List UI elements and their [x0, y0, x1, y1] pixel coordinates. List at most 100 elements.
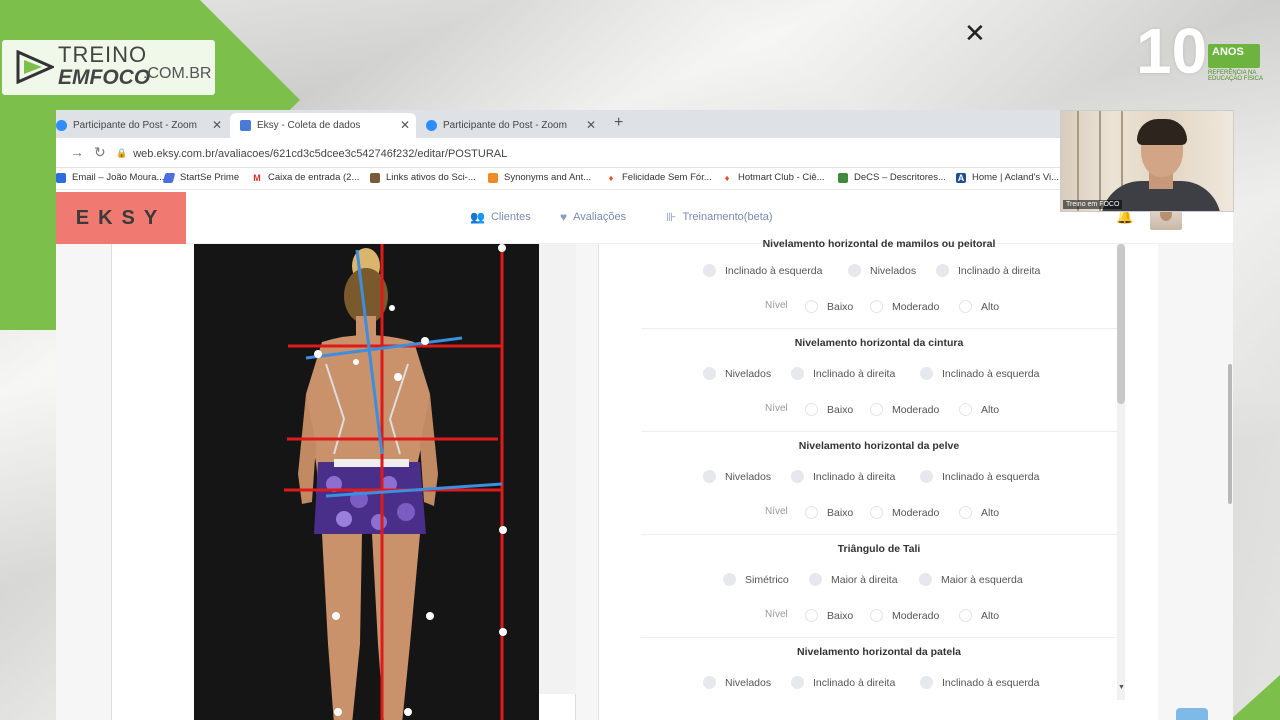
nav-treinamento[interactable]: ⊪ Treinamento(beta) — [666, 210, 773, 224]
bookmark-acland[interactable]: A Home | Acland's Vi... — [956, 172, 1059, 183]
radio-icon[interactable] — [959, 506, 972, 519]
radio-icon[interactable] — [959, 403, 972, 416]
radio-icon[interactable] — [870, 403, 883, 416]
radio-icon[interactable] — [870, 300, 883, 313]
level-radio[interactable]: Baixo — [805, 403, 853, 416]
radio-icon[interactable] — [809, 573, 822, 586]
option-radio[interactable]: Nivelados — [848, 264, 916, 277]
radio-icon[interactable] — [723, 573, 736, 586]
radio-icon[interactable] — [703, 470, 716, 483]
option-radio[interactable]: Simétrico — [723, 573, 789, 586]
option-radio[interactable]: Nivelados — [703, 470, 771, 483]
level-radio[interactable]: Moderado — [870, 403, 939, 416]
zoom-icon — [426, 120, 437, 131]
radio-icon[interactable] — [791, 470, 804, 483]
bookmark-decs[interactable]: DeCS – Descritores... — [838, 172, 946, 183]
radio-icon[interactable] — [919, 573, 932, 586]
level-radio[interactable]: Alto — [959, 403, 999, 416]
bookmark-label: Synonyms and Ant... — [504, 172, 592, 183]
radio-icon[interactable] — [805, 609, 818, 622]
radio-icon[interactable] — [805, 403, 818, 416]
radio-icon[interactable] — [848, 264, 861, 277]
bookmark-hotmart[interactable]: ♦ Hotmart Club - Ciê... — [722, 172, 825, 183]
levels-peitoral: Nível Baixo Moderado Alto — [641, 300, 1117, 316]
radio-icon[interactable] — [703, 367, 716, 380]
bookmark-felicidade[interactable]: ♦ Felicidade Sem Fór... — [606, 172, 712, 183]
radio-icon[interactable] — [959, 609, 972, 622]
level-option-label: Alto — [981, 300, 1000, 313]
option-radio[interactable]: Inclinado à direita — [791, 676, 895, 689]
level-radio[interactable]: Alto — [959, 609, 999, 622]
radio-icon[interactable] — [870, 609, 883, 622]
level-radio[interactable]: Alto — [959, 300, 999, 313]
nav-label: Treinamento(beta) — [682, 211, 773, 223]
radio-icon[interactable] — [703, 676, 716, 689]
eksy-logo[interactable]: EKSY — [56, 192, 186, 244]
close-icon[interactable]: ✕ — [212, 118, 222, 132]
level-radio[interactable]: Baixo — [805, 300, 853, 313]
level-radio[interactable]: Baixo — [805, 506, 853, 519]
url-field[interactable]: 🔒 web.eksy.com.br/avaliacoes/621cd3c5dce… — [116, 144, 1056, 163]
option-radio[interactable]: Nivelados — [703, 676, 771, 689]
anniversary-label: ANOS — [1208, 44, 1260, 68]
level-radio[interactable]: Baixo — [805, 609, 853, 622]
radio-icon[interactable] — [959, 300, 972, 313]
bookmark-scihub[interactable]: Links ativos do Sci-... — [370, 172, 476, 183]
radio-icon[interactable] — [805, 300, 818, 313]
bookmark-email[interactable]: Email – João Moura... — [56, 172, 164, 183]
option-label: Simétrico — [745, 573, 789, 586]
scroll-down-arrow-icon[interactable]: ▼ — [1118, 684, 1125, 691]
option-radio[interactable]: Inclinado à direita — [936, 264, 1040, 277]
option-radio[interactable]: Inclinado à esquerda — [920, 676, 1040, 689]
option-radio[interactable]: Nivelados — [703, 367, 771, 380]
tab-eksy[interactable]: Eksy - Coleta de dados ✕ — [230, 113, 416, 138]
option-radio[interactable]: Maior à direita — [809, 573, 898, 586]
close-icon[interactable]: ✕ — [400, 118, 410, 132]
close-icon[interactable]: ✕ — [586, 118, 596, 132]
radio-icon[interactable] — [936, 264, 949, 277]
bookmark-startse[interactable]: StartSe Prime — [162, 172, 239, 183]
radio-icon[interactable] — [791, 367, 804, 380]
posture-analysis-image — [284, 244, 507, 720]
option-radio[interactable]: Inclinado à esquerda — [920, 470, 1040, 483]
radio-icon[interactable] — [791, 676, 804, 689]
options-tali: Simétrico Maior à direita Maior à esquer… — [641, 573, 1117, 589]
forward-arrow-icon[interactable]: → — [70, 144, 84, 160]
bookmark-gmail[interactable]: M Caixa de entrada (2... — [252, 172, 359, 183]
option-radio[interactable]: Inclinado à esquerda — [920, 367, 1040, 380]
level-radio[interactable]: Alto — [959, 506, 999, 519]
browser-window: Participante do Post - Zoom ✕ Eksy - Col… — [56, 110, 1233, 720]
bookmark-label: Hotmart Club - Ciê... — [738, 172, 825, 183]
option-radio[interactable]: Inclinado à direita — [791, 367, 895, 380]
photo-card — [111, 244, 576, 720]
form-scrollbar[interactable] — [1117, 244, 1125, 700]
radio-icon[interactable] — [703, 264, 716, 277]
nav-avaliacoes[interactable]: ♥ Avaliações — [560, 210, 626, 224]
radio-icon[interactable] — [920, 367, 933, 380]
option-radio[interactable]: Maior à esquerda — [919, 573, 1023, 586]
nav-clientes[interactable]: 👥 Clientes — [470, 210, 531, 224]
option-label: Nivelados — [870, 264, 917, 277]
tab-zoom-1[interactable]: Participante do Post - Zoom ✕ — [56, 113, 228, 138]
page-scrollbar[interactable] — [1228, 364, 1232, 504]
new-tab-icon[interactable]: + — [614, 114, 623, 132]
level-radio[interactable]: Moderado — [870, 506, 939, 519]
postural-form: Nivelamento horizontal de mamilos ou pei… — [598, 238, 1158, 720]
option-radio[interactable]: Inclinado à esquerda — [703, 264, 823, 277]
tab-zoom-2[interactable]: Participante do Post - Zoom ✕ — [418, 113, 602, 138]
level-radio[interactable]: Moderado — [870, 300, 939, 313]
scroll-to-top-button[interactable] — [1176, 708, 1208, 720]
radio-icon[interactable] — [870, 506, 883, 519]
level-radio[interactable]: Moderado — [870, 609, 939, 622]
radio-icon[interactable] — [805, 506, 818, 519]
zoom-video-thumbnail[interactable]: Treino em FOCO — [1060, 110, 1234, 212]
scroll-thumb[interactable] — [1117, 244, 1125, 404]
radio-icon[interactable] — [920, 676, 933, 689]
option-radio[interactable]: Inclinado à direita — [791, 470, 895, 483]
level-option-label: Baixo — [827, 506, 854, 519]
radio-icon[interactable] — [920, 470, 933, 483]
option-label: Inclinado à direita — [813, 470, 896, 483]
options-peitoral: Inclinado à esquerda Nivelados Inclinado… — [641, 264, 1117, 280]
bookmark-thesaurus[interactable]: Synonyms and Ant... — [488, 172, 591, 183]
reload-icon[interactable]: ↻ — [94, 144, 106, 161]
